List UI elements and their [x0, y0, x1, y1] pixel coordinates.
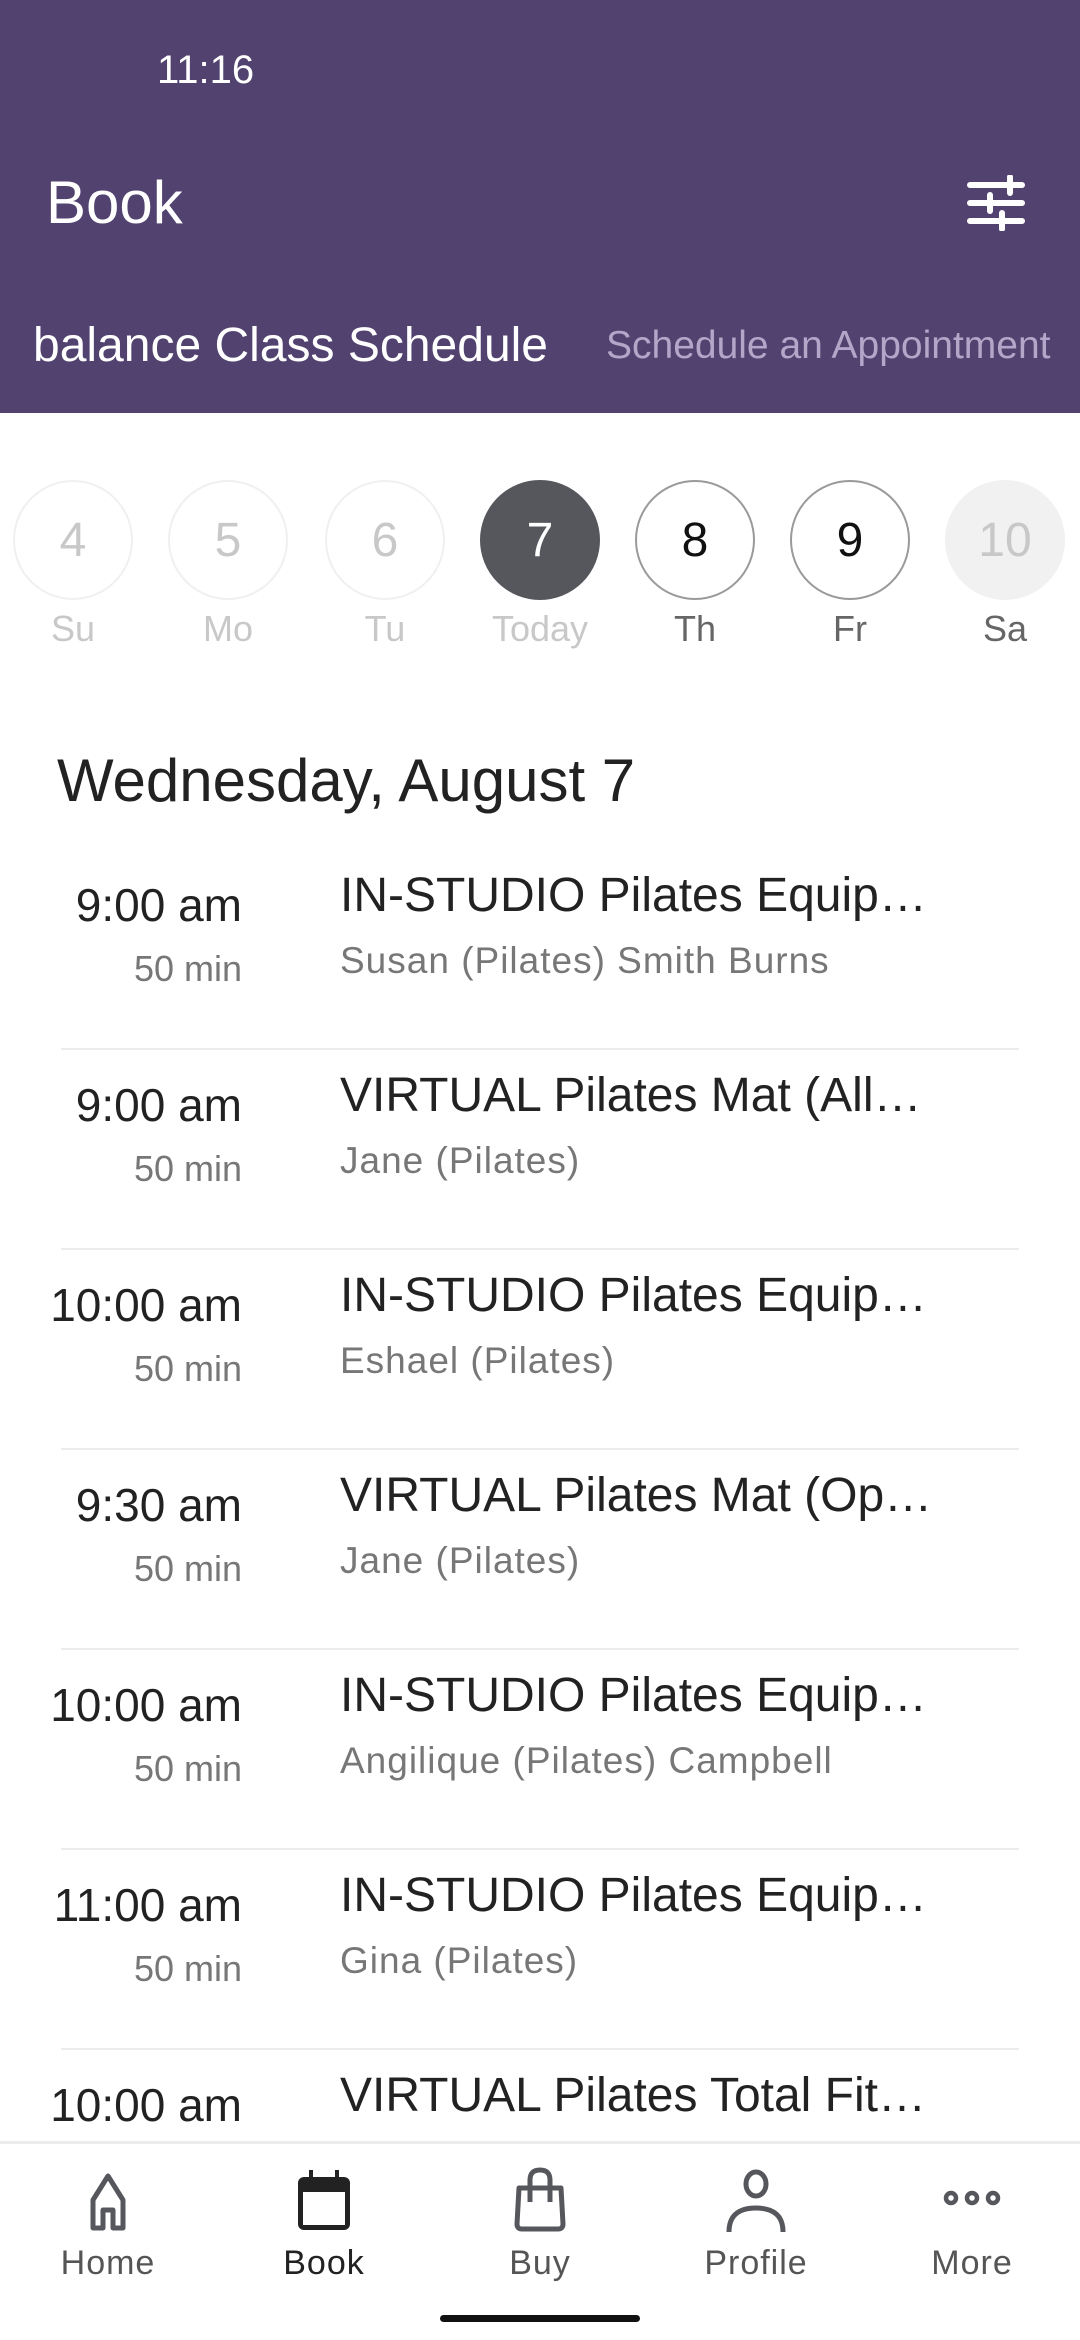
status-time: 11:16 — [157, 48, 255, 92]
shopping-bag-icon — [514, 2167, 566, 2232]
class-instructor: Jane (Pilates) — [340, 1140, 581, 1181]
day-number: 9 — [790, 480, 910, 600]
day-label: Fr — [833, 608, 867, 649]
class-row[interactable]: 9:00 am 50 min IN-STUDIO Pilates Equip… … — [0, 850, 1080, 1050]
day-number: 7 — [480, 480, 600, 600]
app-header: 11:16 Book balance Class Schedule Schedu… — [0, 0, 1080, 413]
class-instructor: Jane (Pilates) — [340, 1540, 581, 1581]
nav-label: Profile — [704, 2244, 808, 2282]
class-time: 10:00 am — [50, 1679, 242, 1731]
class-row[interactable]: 10:00 am 50 min IN-STUDIO Pilates Equip…… — [0, 1250, 1080, 1450]
nav-home[interactable]: Home — [0, 2166, 216, 2283]
day-today[interactable]: 7 Today — [480, 480, 600, 650]
day-label: Tu — [364, 608, 406, 649]
class-duration: 50 min — [133, 1148, 242, 1189]
class-duration: 50 min — [133, 948, 242, 989]
nav-label: Book — [283, 2244, 365, 2282]
day-th[interactable]: 8 Th — [635, 480, 755, 650]
class-duration: 50 min — [133, 1948, 242, 1989]
class-time: 10:00 am — [50, 2079, 242, 2131]
nav-label: More — [931, 2244, 1013, 2282]
class-duration: 50 min — [133, 1748, 242, 1789]
day-number: 6 — [325, 480, 445, 600]
class-time: 9:30 am — [75, 1479, 242, 1531]
day-number: 5 — [168, 480, 288, 600]
day-number: 4 — [13, 480, 133, 600]
day-label: Mo — [202, 608, 253, 649]
day-label: Th — [673, 608, 716, 649]
class-title: VIRTUAL Pilates Mat (Op… — [340, 1469, 933, 1522]
day-label: Today — [491, 608, 589, 649]
class-row[interactable]: 9:30 am 50 min VIRTUAL Pilates Mat (Op… … — [0, 1450, 1080, 1650]
day-mo[interactable]: 5 Mo — [168, 480, 288, 650]
page-title: Book — [46, 169, 183, 236]
tab-class-schedule[interactable]: balance Class Schedule — [33, 318, 548, 373]
day-number: 8 — [635, 480, 755, 600]
date-heading: Wednesday, August 7 — [57, 747, 636, 814]
class-time: 9:00 am — [75, 879, 242, 931]
class-row[interactable]: 11:00 am 50 min IN-STUDIO Pilates Equip…… — [0, 1850, 1080, 2050]
nav-buy[interactable]: Buy — [432, 2166, 648, 2283]
class-time: 9:00 am — [75, 1079, 242, 1131]
class-title: IN-STUDIO Pilates Equip… — [340, 1869, 927, 1922]
class-duration: 50 min — [133, 1348, 242, 1389]
nav-book[interactable]: Book — [216, 2166, 432, 2283]
sliders-icon[interactable] — [966, 175, 1026, 231]
nav-label: Buy — [509, 2244, 571, 2282]
calendar-icon — [298, 2170, 350, 2230]
day-tu[interactable]: 6 Tu — [325, 480, 445, 650]
day-fr[interactable]: 9 Fr — [790, 480, 910, 650]
class-instructor: Susan (Pilates) Smith Burns — [340, 940, 830, 981]
nav-more[interactable]: More — [864, 2166, 1080, 2283]
home-icon — [90, 2173, 126, 2231]
day-sa[interactable]: 10 Sa — [945, 480, 1065, 650]
class-instructor: Gina (Pilates) — [340, 1940, 579, 1981]
more-icon — [943, 2190, 1001, 2206]
class-title: VIRTUAL Pilates Total Fit… — [340, 2069, 926, 2122]
class-row[interactable]: 10:00 am 50 min IN-STUDIO Pilates Equip…… — [0, 1650, 1080, 1850]
class-time: 11:00 am — [53, 1879, 242, 1931]
class-title: IN-STUDIO Pilates Equip… — [340, 1269, 927, 1322]
class-instructor: Eshael (Pilates) — [340, 1340, 616, 1381]
bottom-nav: Home Book Buy Profile More — [0, 2141, 1080, 2340]
class-title: IN-STUDIO Pilates Equip… — [340, 1669, 927, 1722]
home-indicator[interactable] — [440, 2315, 640, 2322]
class-instructor: Angilique (Pilates) Campbell — [340, 1740, 833, 1781]
person-icon — [726, 2169, 786, 2233]
day-su[interactable]: 4 Su — [13, 480, 133, 650]
day-label: Su — [50, 608, 96, 649]
class-title: IN-STUDIO Pilates Equip… — [340, 869, 927, 922]
tab-schedule-appointment[interactable]: Schedule an Appointment — [606, 324, 1051, 368]
nav-label: Home — [60, 2244, 156, 2282]
day-label: Sa — [982, 608, 1028, 649]
class-title: VIRTUAL Pilates Mat (All… — [340, 1069, 922, 1122]
nav-profile[interactable]: Profile — [648, 2166, 864, 2283]
class-time: 10:00 am — [50, 1279, 242, 1331]
class-row[interactable]: 9:00 am 50 min VIRTUAL Pilates Mat (All…… — [0, 1050, 1080, 1250]
class-duration: 50 min — [133, 1548, 242, 1589]
day-number: 10 — [945, 480, 1065, 600]
